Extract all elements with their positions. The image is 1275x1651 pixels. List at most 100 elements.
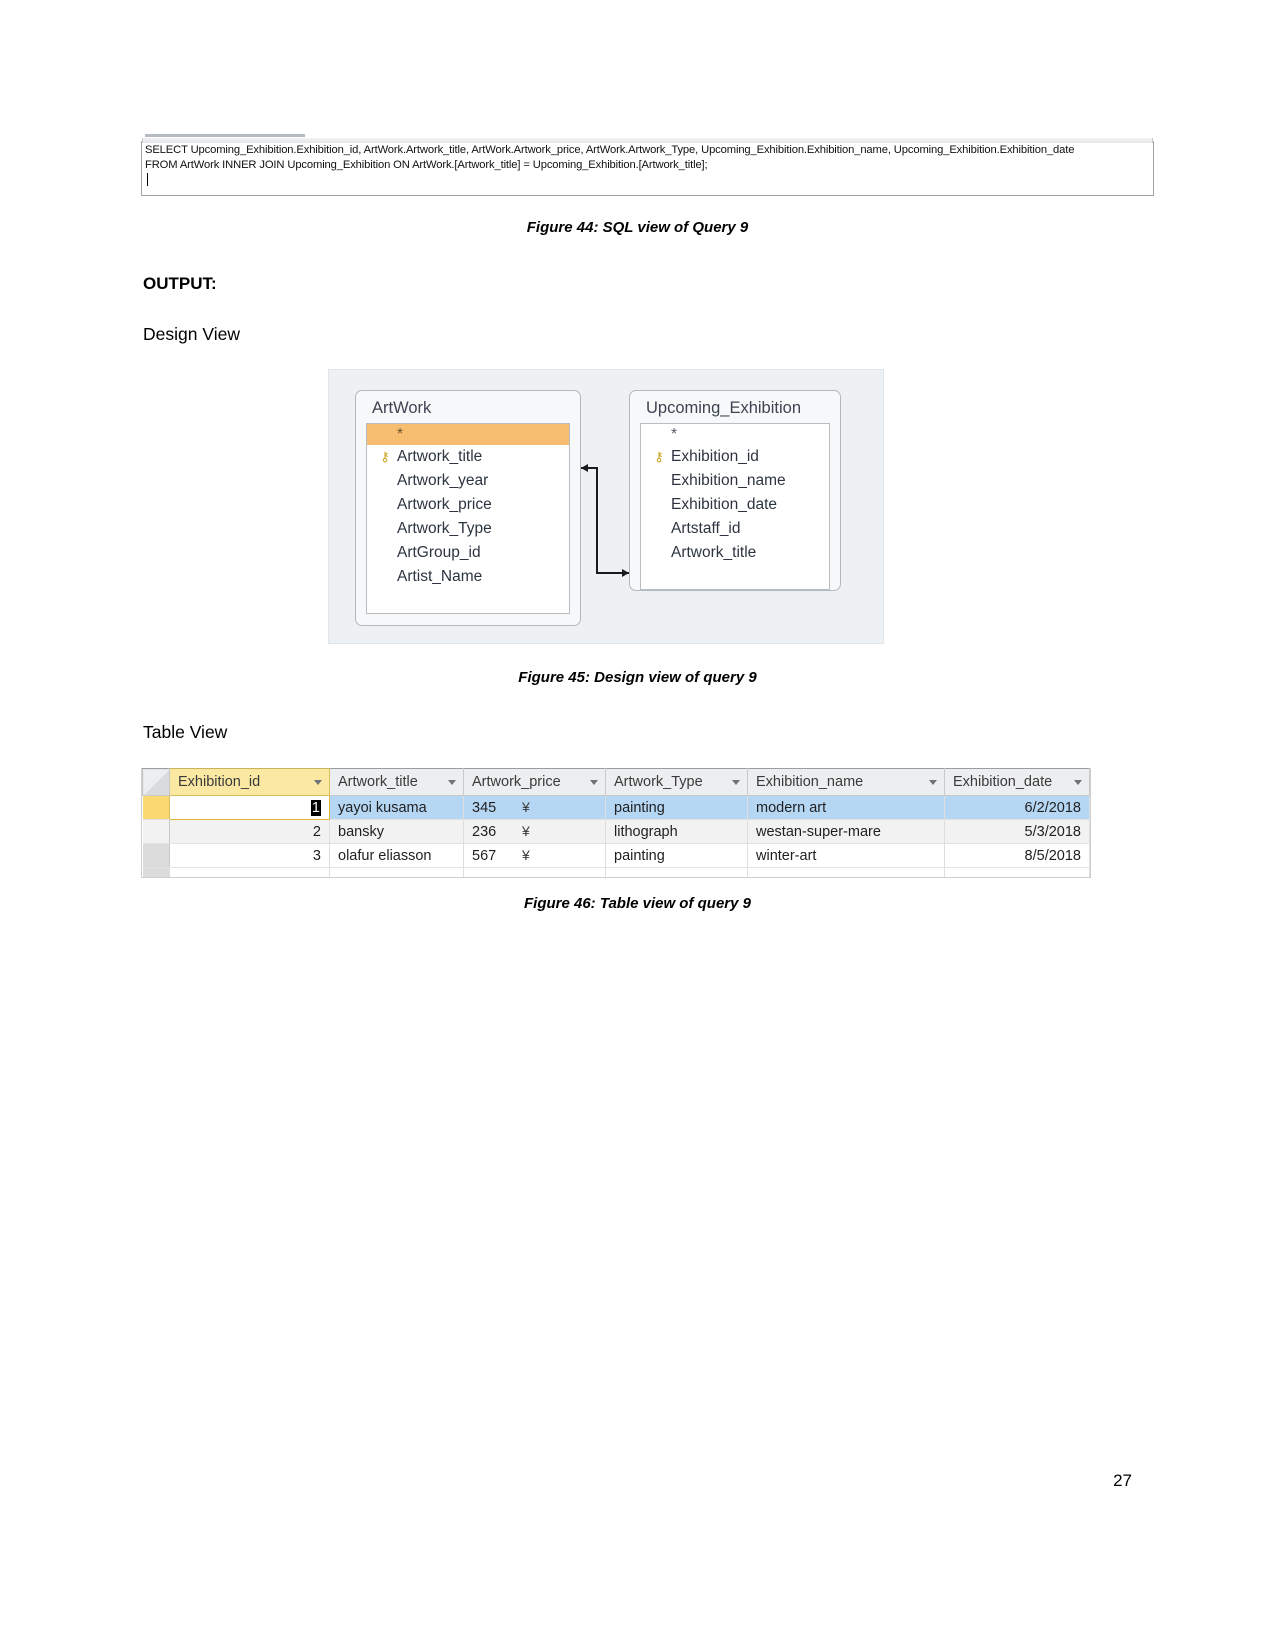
table-row[interactable]: 3 olafur eliasson 567 ¥ painting winter-a…: [142, 843, 1090, 868]
results-table: Exhibition_id Artwork_title Artwork_pric…: [142, 768, 1090, 877]
results-table-footer: [142, 867, 1090, 877]
currency-symbol-icon: ¥: [522, 847, 530, 863]
column-header-exhibition-id[interactable]: Exhibition_id: [169, 768, 330, 796]
new-record-row[interactable]: [142, 867, 1090, 877]
price-value: 345: [472, 800, 497, 816]
cell-placeholder: [747, 867, 945, 877]
chevron-down-icon[interactable]: [590, 780, 598, 785]
field-row-artwork-year[interactable]: Artwork_year: [367, 469, 569, 493]
sql-pane-scroll-thumb[interactable]: [145, 134, 305, 137]
design-table-artwork-fieldlist[interactable]: * ⚷ Artwork_title Artwork_year Artwork_p…: [366, 423, 570, 614]
cell-artwork-title[interactable]: olafur eliasson: [329, 843, 464, 868]
field-label: Artwork_title: [397, 448, 483, 465]
field-row-blank: [367, 589, 569, 613]
design-table-upcoming-exhibition-title: Upcoming_Exhibition: [646, 399, 802, 417]
design-table-upcoming-exhibition-fieldlist[interactable]: * ⚷ Exhibition_id Exhibition_name Exhibi…: [640, 423, 830, 590]
field-row-artwork-type[interactable]: Artwork_Type: [367, 517, 569, 541]
design-table-upcoming-exhibition[interactable]: Upcoming_Exhibition * ⚷ Exhibition_id Ex…: [629, 390, 841, 591]
table-row[interactable]: 1 yayoi kusama 345 ¥ painting modern art …: [142, 795, 1090, 820]
cell-artwork-price[interactable]: 345 ¥: [463, 795, 606, 820]
chevron-down-icon[interactable]: [314, 780, 322, 785]
table-view-heading: Table View: [143, 722, 228, 742]
primary-key-icon: ⚷: [380, 449, 390, 464]
field-label: ArtGroup_id: [397, 544, 481, 561]
figure-46-caption: Figure 46: Table view of query 9: [523, 895, 751, 912]
cell-value-selected: 1: [310, 799, 321, 816]
field-row-blank: [641, 565, 829, 589]
cell-artwork-title[interactable]: yayoi kusama: [329, 795, 464, 820]
field-label: Artwork_year: [397, 472, 489, 489]
cell-artwork-price[interactable]: 236 ¥: [463, 819, 606, 844]
field-label: Artwork_Type: [397, 520, 492, 537]
cell-exhibition-name[interactable]: winter-art: [747, 843, 945, 868]
cell-artwork-type[interactable]: painting: [605, 795, 748, 820]
field-row-exhibition-name[interactable]: Exhibition_name: [641, 469, 829, 493]
cell-exhibition-name[interactable]: westan-super-mare: [747, 819, 945, 844]
figure-44-caption: Figure 44: SQL view of Query 9: [526, 219, 749, 236]
column-header-label: Exhibition_name: [756, 774, 864, 790]
cell-artwork-type[interactable]: painting: [605, 843, 748, 868]
cell-artwork-type[interactable]: lithograph: [605, 819, 748, 844]
field-row-artwork-title-fk[interactable]: Artwork_title: [641, 541, 829, 565]
row-selector[interactable]: [142, 795, 170, 820]
chevron-down-icon[interactable]: [929, 780, 937, 785]
table-row[interactable]: 2 bansky 236 ¥ lithograph westan-super-ma…: [142, 819, 1090, 844]
chevron-down-icon[interactable]: [448, 780, 456, 785]
design-table-artwork[interactable]: ArtWork * ⚷ Artwork_title Artwork_year A…: [355, 390, 581, 626]
column-header-artwork-title[interactable]: Artwork_title: [329, 768, 464, 796]
field-row-artist-name[interactable]: Artist_Name: [367, 565, 569, 589]
cell-exhibition-date[interactable]: 5/3/2018: [944, 819, 1090, 844]
cell-placeholder: [944, 867, 1090, 877]
figure-45-caption: Figure 45: Design view of query 9: [518, 669, 757, 686]
cell-exhibition-date[interactable]: 8/5/2018: [944, 843, 1090, 868]
field-label: Exhibition_name: [671, 472, 786, 489]
cell-exhibition-id[interactable]: 1: [169, 795, 330, 820]
column-header-label: Exhibition_date: [953, 774, 1053, 790]
cell-artwork-price[interactable]: 567 ¥: [463, 843, 606, 868]
query-design-canvas[interactable]: ArtWork * ⚷ Artwork_title Artwork_year A…: [328, 369, 884, 644]
field-row-artwork-title[interactable]: ⚷ Artwork_title: [367, 445, 569, 469]
cell-exhibition-id[interactable]: 3: [169, 843, 330, 868]
field-label: *: [397, 425, 404, 443]
chevron-down-icon[interactable]: [732, 780, 740, 785]
field-row-artwork-price[interactable]: Artwork_price: [367, 493, 569, 517]
sql-view-pane[interactable]: SELECT Upcoming_Exhibition.Exhibition_id…: [141, 134, 1154, 196]
sql-statement-line-1: SELECT Upcoming_Exhibition.Exhibition_id…: [145, 144, 1075, 156]
field-row-asterisk[interactable]: *: [367, 424, 569, 445]
row-selector[interactable]: [142, 819, 170, 844]
sql-caret-line: [142, 173, 1153, 189]
price-value: 236: [472, 824, 497, 840]
cell-exhibition-id[interactable]: 2: [169, 819, 330, 844]
field-row-artgroup-id[interactable]: ArtGroup_id: [367, 541, 569, 565]
currency-symbol-icon: ¥: [522, 823, 530, 839]
field-row-exhibition-date[interactable]: Exhibition_date: [641, 493, 829, 517]
design-table-artwork-title: ArtWork: [372, 399, 432, 417]
results-table-body: 1 yayoi kusama 345 ¥ painting modern art …: [142, 795, 1090, 868]
cell-exhibition-date[interactable]: 6/2/2018: [944, 795, 1090, 820]
field-label: Exhibition_id: [671, 448, 759, 465]
column-header-artwork-price[interactable]: Artwork_price: [463, 768, 606, 796]
column-header-exhibition-date[interactable]: Exhibition_date: [944, 768, 1090, 796]
column-header-exhibition-name[interactable]: Exhibition_name: [747, 768, 945, 796]
select-all-corner[interactable]: [142, 768, 170, 796]
cell-exhibition-name[interactable]: modern art: [747, 795, 945, 820]
field-row-artstaff-id[interactable]: Artstaff_id: [641, 517, 829, 541]
field-label: Exhibition_date: [671, 496, 777, 513]
cell-artwork-title[interactable]: bansky: [329, 819, 464, 844]
sql-pane-scrollbar[interactable]: [142, 134, 1153, 143]
row-selector[interactable]: [142, 843, 170, 868]
field-label: Artwork_title: [671, 544, 757, 561]
column-header-label: Artwork_title: [338, 774, 418, 790]
output-heading: OUTPUT:: [143, 274, 217, 293]
cell-placeholder: [463, 867, 606, 877]
field-row-exhibition-id[interactable]: ⚷ Exhibition_id: [641, 445, 829, 469]
header-row: Exhibition_id Artwork_title Artwork_pric…: [142, 768, 1090, 796]
query-results-datasheet[interactable]: Exhibition_id Artwork_title Artwork_pric…: [141, 768, 1091, 878]
cell-placeholder: [329, 867, 464, 877]
field-row-asterisk[interactable]: *: [641, 424, 829, 445]
field-label: Artwork_price: [397, 496, 492, 513]
column-header-artwork-type[interactable]: Artwork_Type: [605, 768, 748, 796]
chevron-down-icon[interactable]: [1074, 780, 1082, 785]
currency-symbol-icon: ¥: [522, 799, 530, 815]
row-selector[interactable]: [142, 867, 170, 877]
